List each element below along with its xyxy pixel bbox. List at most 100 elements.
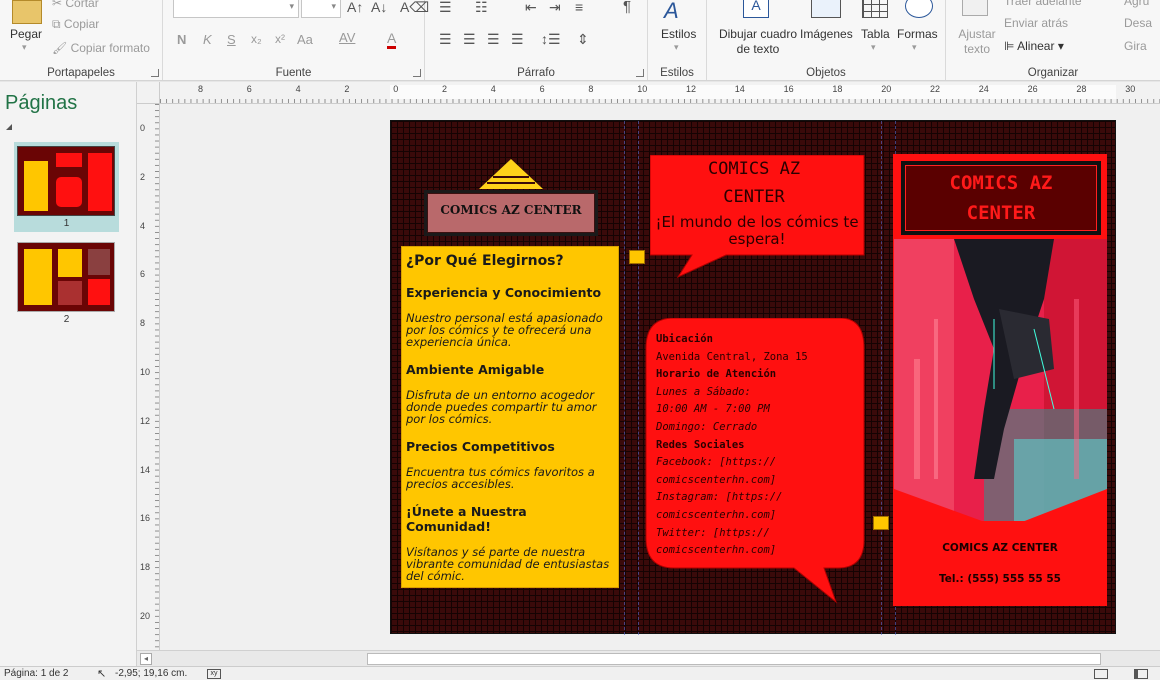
column-marker-left xyxy=(629,250,645,264)
change-case-button[interactable]: Aa xyxy=(297,32,313,47)
bold-button[interactable]: N xyxy=(177,32,186,47)
cover-name: COMICS AZ CENTER xyxy=(942,542,1058,554)
horizontal-scrollbar[interactable]: ◂ xyxy=(137,650,1160,666)
copy-button[interactable]: ⧉ Copiar xyxy=(52,17,99,32)
font-color-button[interactable]: A xyxy=(387,30,397,49)
logo-text: COMICS AZ CENTER xyxy=(427,193,595,233)
textbox-icon[interactable]: A xyxy=(743,0,769,18)
format-painter-button[interactable]: 🖌 Copiar formato xyxy=(52,41,150,55)
logo-text-box[interactable]: COMICS AZ CENTER xyxy=(424,190,598,236)
thumbnail-number-1: 1 xyxy=(63,218,70,229)
bullets-icon[interactable]: ☰ xyxy=(439,0,452,14)
scroll-left-icon[interactable]: ◂ xyxy=(140,653,152,665)
subscript-button[interactable]: x₂ xyxy=(251,32,262,46)
arrange-group: Ajustar texto Traer adelante Enviar atrá… xyxy=(946,0,1160,80)
font-launcher-icon[interactable] xyxy=(413,69,421,77)
table-icon[interactable] xyxy=(862,0,888,18)
font-group: ▾ ▾ A↑ A↓ A⌫ N K S x₂ x² Aa AV A Fuente xyxy=(163,0,429,80)
single-page-view-icon[interactable] xyxy=(1094,669,1108,679)
column-guide-3 xyxy=(881,121,882,635)
shrink-font-icon[interactable]: A↓ xyxy=(371,0,387,14)
scrollbar-thumb[interactable] xyxy=(367,653,1101,665)
increase-indent-icon[interactable]: ⇥ xyxy=(549,0,561,14)
font-size-select[interactable]: ▾ xyxy=(301,0,341,18)
group-button[interactable]: Agru xyxy=(1124,0,1149,8)
align-right-icon[interactable]: ☰ xyxy=(487,32,500,46)
decrease-indent-icon[interactable]: ⇤ xyxy=(525,0,537,14)
styles-button[interactable]: Estilos xyxy=(661,27,696,41)
ruler-label: 26 xyxy=(1027,84,1038,94)
facebook-line-2: comicscenterhn.com] xyxy=(656,473,777,486)
brochure-page[interactable]: COMICS AZ CENTER ¿Por Qué Elegirnos? Exp… xyxy=(390,120,1116,635)
justify-icon[interactable]: ☰ xyxy=(511,32,524,46)
numbering-icon[interactable]: ☷ xyxy=(475,0,488,14)
ruler-label: 0 xyxy=(140,123,146,133)
paste-icon[interactable] xyxy=(12,0,42,24)
page-thumbnail-1[interactable]: 1 xyxy=(14,142,119,232)
why-heading-1: Experiencia y Conocimiento xyxy=(406,285,602,300)
clipboard-launcher-icon[interactable] xyxy=(151,69,159,77)
ruler-label: 20 xyxy=(140,611,151,621)
wrap-text-button[interactable]: Ajustar texto xyxy=(958,27,996,57)
status-page-indicator[interactable]: Página: 1 de 2 xyxy=(4,668,69,679)
show-marks-button[interactable]: ¶ xyxy=(623,0,631,15)
shapes-button[interactable]: Formas xyxy=(897,27,938,41)
line-spacing-icon[interactable]: ↕☰ xyxy=(541,32,561,46)
draw-textbox-button[interactable]: Dibujar cuadro de texto xyxy=(717,27,799,57)
paste-dropdown-icon[interactable]: ▾ xyxy=(22,42,27,53)
superscript-button[interactable]: x² xyxy=(275,32,285,46)
page-thumbnail-2[interactable]: 2 xyxy=(14,240,119,330)
cover-title-frame[interactable]: COMICS AZ CENTER xyxy=(899,159,1103,237)
styles-group: A Estilos ▾ Estilos xyxy=(648,0,707,80)
paragraph-launcher-icon[interactable] xyxy=(636,69,644,77)
paste-button[interactable]: Pegar xyxy=(10,27,42,41)
wrap-text-icon[interactable] xyxy=(962,0,988,16)
underline-button[interactable]: S xyxy=(227,32,236,47)
grow-font-icon[interactable]: A↑ xyxy=(347,0,363,14)
label-location: Ubicación xyxy=(656,333,713,345)
images-button[interactable]: Imágenes xyxy=(800,27,853,41)
hours-days: Lunes a Sábado: xyxy=(656,385,751,398)
collapse-triangle-icon[interactable] xyxy=(6,124,12,130)
send-back-button[interactable]: Enviar atrás xyxy=(1004,16,1068,30)
why-heading-3: Precios Competitivos xyxy=(406,439,555,454)
ruler-label: 4 xyxy=(140,220,146,231)
contact-info: Ubicación Avenida Central, Zona 15 Horar… xyxy=(656,331,856,560)
shapes-dropdown-icon[interactable]: ▾ xyxy=(912,42,917,53)
pointer-position-icon: ↖ xyxy=(97,668,107,680)
column-guide-1 xyxy=(624,121,625,635)
images-icon[interactable] xyxy=(811,0,841,18)
shapes-icon[interactable] xyxy=(905,0,933,18)
font-name-select[interactable]: ▾ xyxy=(173,0,299,18)
styles-icon[interactable]: A xyxy=(664,0,679,24)
bring-forward-button[interactable]: Traer adelante xyxy=(1004,0,1082,8)
align-button[interactable]: ⊫ Alinear ▾ xyxy=(1004,39,1064,53)
facebook-line-1: Facebook: [https:// xyxy=(656,456,777,469)
table-dropdown-icon[interactable]: ▾ xyxy=(871,42,876,53)
rotate-button[interactable]: Gira xyxy=(1124,39,1147,53)
horizontal-ruler: 8 6 4 2 0 2 4 6 8 10 12 14 16 18 20 22 24 26 28 30 xyxy=(160,82,1160,104)
sort-icon[interactable]: ≡ xyxy=(575,0,583,14)
two-page-view-icon[interactable] xyxy=(1134,669,1148,679)
ruler-label: 2 xyxy=(140,171,146,182)
why-heading-2: Ambiente Amigable xyxy=(406,362,545,377)
pyramid-logo-icon[interactable] xyxy=(479,159,543,191)
ungroup-button[interactable]: Desa xyxy=(1124,16,1152,30)
ruler-label: 18 xyxy=(832,84,843,94)
align-left-icon[interactable]: ☰ xyxy=(439,32,452,46)
cut-button[interactable]: ✂ Cortar xyxy=(52,0,99,10)
why-choose-us-box[interactable]: ¿Por Qué Elegirnos? Experiencia y Conoci… xyxy=(401,246,619,588)
comic-hero-image[interactable] xyxy=(894,239,1107,521)
styles-dropdown-icon[interactable]: ▾ xyxy=(674,42,679,53)
hours-time: 10:00 AM - 7:00 PM xyxy=(656,403,770,416)
styles-group-label: Estilos xyxy=(660,67,694,79)
table-button[interactable]: Tabla xyxy=(861,27,890,41)
twitter-line-1: Twitter: [https:// xyxy=(656,526,770,539)
char-spacing-button[interactable]: AV xyxy=(339,30,355,45)
cover-title-inner: COMICS AZ CENTER xyxy=(905,165,1097,231)
paragraph-spacing-icon[interactable]: ⇕ xyxy=(577,32,589,46)
italic-button[interactable]: K xyxy=(203,32,212,47)
ruler-label: 28 xyxy=(1076,84,1087,94)
ruler-label: 20 xyxy=(881,84,892,94)
align-center-icon[interactable]: ☰ xyxy=(463,32,476,46)
